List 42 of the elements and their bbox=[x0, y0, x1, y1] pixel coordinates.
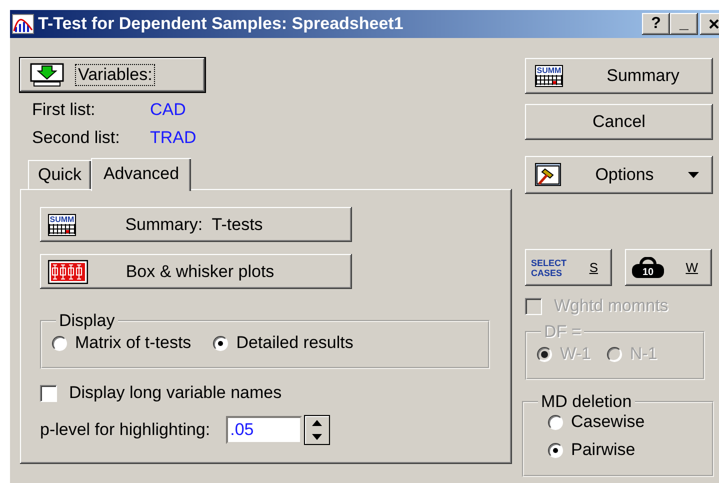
icon-text: SUMM bbox=[536, 67, 562, 75]
radio-label: Casewise bbox=[571, 412, 645, 432]
side-button[interactable]: Cancel bbox=[525, 104, 713, 140]
tab[interactable]: Quick bbox=[28, 160, 92, 189]
radio-label: Pairwise bbox=[571, 440, 636, 460]
box-plot-icon bbox=[48, 260, 88, 284]
tab[interactable]: Advanced bbox=[91, 158, 192, 191]
action-button[interactable]: SUMM Summary: T-tests bbox=[40, 207, 352, 242]
side-button[interactable]: Options bbox=[525, 156, 713, 194]
list-value: TRAD bbox=[150, 128, 196, 148]
radio-button[interactable] bbox=[548, 414, 563, 430]
list-value: CAD bbox=[150, 100, 186, 120]
hammer-icon bbox=[535, 163, 561, 187]
action-button[interactable]: Box & whisker plots bbox=[40, 254, 352, 289]
radio-label: Matrix of t-tests bbox=[75, 333, 192, 353]
case-button[interactable]: 10 W bbox=[625, 249, 712, 286]
group-title: Display bbox=[58, 311, 116, 331]
help-button[interactable]: ? bbox=[642, 13, 670, 35]
list-label: First list: bbox=[32, 100, 96, 120]
case-button[interactable]: SELECT CASES S bbox=[525, 249, 612, 286]
variables-button[interactable]: Variables: bbox=[20, 58, 205, 92]
icon-text: SUMM bbox=[50, 216, 74, 224]
radio-label: Detailed results bbox=[236, 333, 354, 353]
caret-icon bbox=[688, 172, 699, 178]
chart-icon bbox=[12, 14, 34, 34]
list-label: Second list: bbox=[32, 128, 120, 148]
minimize-button[interactable]: _ bbox=[670, 13, 698, 35]
checkbox-label: Display long variable names bbox=[69, 383, 282, 403]
field-label: p-level for highlighting: bbox=[40, 420, 210, 440]
side-button[interactable]: SUMM Summary bbox=[525, 58, 713, 94]
checkbox[interactable] bbox=[40, 384, 57, 402]
input-field[interactable]: .05 bbox=[226, 416, 302, 444]
monitor-icon bbox=[30, 63, 64, 87]
icon-text: SELECT CASES bbox=[531, 258, 568, 278]
radio-button[interactable] bbox=[213, 336, 228, 350]
radio-button[interactable] bbox=[52, 336, 67, 350]
window-title: T-Test for Dependent Samples: Spreadsheet1 bbox=[38, 14, 404, 34]
radio-button[interactable] bbox=[548, 442, 563, 458]
close-icon bbox=[709, 19, 719, 29]
group-title: MD deletion bbox=[540, 392, 633, 412]
icon-text: 10 bbox=[642, 266, 654, 278]
spinner[interactable] bbox=[304, 415, 330, 445]
